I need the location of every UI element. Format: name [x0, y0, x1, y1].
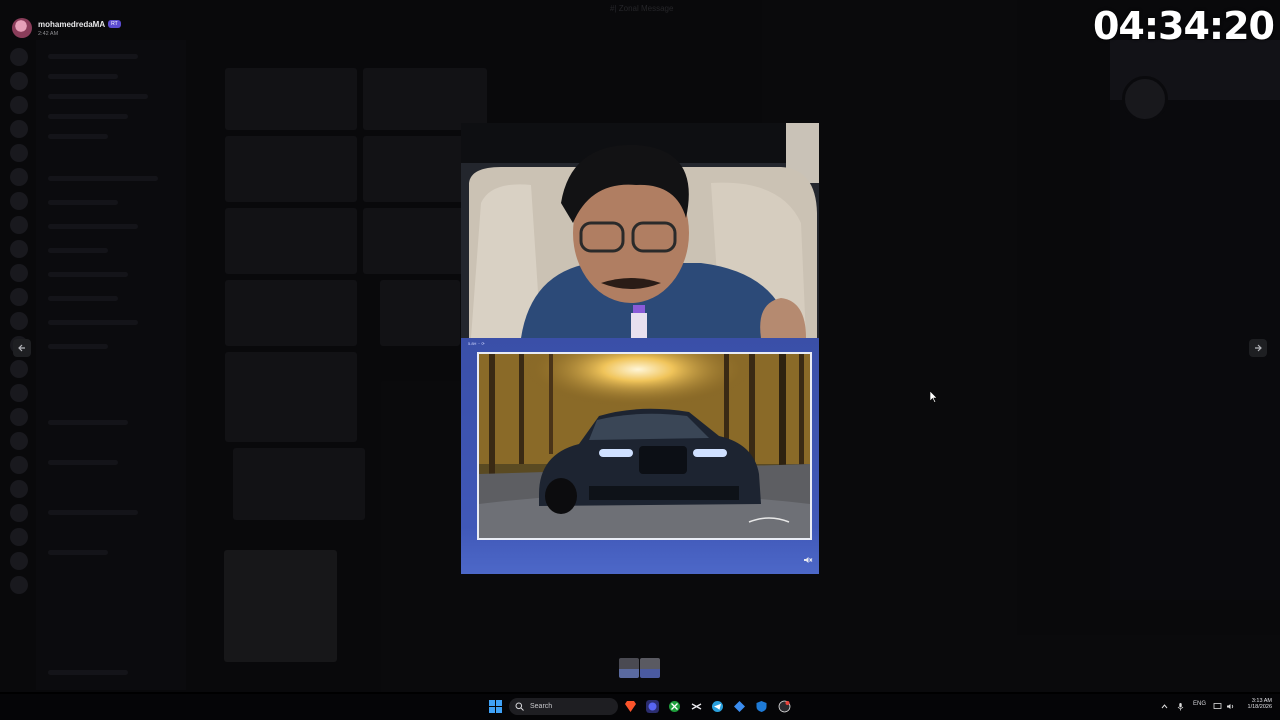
channel-line: [48, 200, 118, 205]
server-icon: [10, 120, 28, 138]
channel-line: [48, 420, 128, 425]
thumbnail-item[interactable]: [619, 658, 639, 678]
channel-line: [48, 94, 148, 99]
artwork-card: 5.8H ·· ⟳: [461, 338, 819, 574]
server-icon: [10, 312, 28, 330]
server-icon: [10, 456, 28, 474]
viewer-user-header: mohamedredaMA RT 2:42 AM: [12, 18, 121, 38]
taskbar-search[interactable]: Search: [509, 698, 618, 715]
tray-date: 1/18/2026: [1247, 704, 1272, 710]
video-tile: [225, 68, 357, 130]
server-icon: [10, 576, 28, 594]
chat-image-attachment: [224, 550, 337, 662]
avatar[interactable]: [12, 18, 32, 38]
channel-line: [48, 114, 128, 119]
video-tile: [225, 280, 357, 346]
channel-line: [48, 296, 118, 301]
server-icon: [10, 480, 28, 498]
thumbnail-item[interactable]: [640, 658, 660, 678]
profile-panel: [1110, 40, 1280, 600]
microphone-icon[interactable]: [1176, 702, 1185, 711]
arrow-right-icon: [1255, 344, 1262, 352]
server-icon: [10, 264, 28, 282]
channel-line: [48, 134, 108, 139]
server-icon: [10, 168, 28, 186]
server-icon: [10, 360, 28, 378]
video-tile: [225, 136, 357, 202]
media-thumbnails: [619, 658, 660, 678]
arrow-left-icon: [18, 344, 25, 352]
video-grid: [225, 68, 490, 528]
video-tile: [233, 448, 365, 520]
server-icon: [10, 384, 28, 402]
channel-line: [48, 74, 118, 79]
channel-line: [48, 344, 108, 349]
brave-icon[interactable]: [624, 700, 637, 713]
previous-button[interactable]: [13, 339, 31, 357]
channel-line: [48, 272, 128, 277]
channel-line: [48, 510, 138, 515]
server-icon: [10, 408, 28, 426]
webcam-image: [461, 123, 819, 338]
webcam-feed: [461, 123, 819, 338]
channel-list: [36, 40, 186, 690]
shield-icon[interactable]: [755, 700, 768, 713]
xbox-icon[interactable]: [668, 700, 681, 713]
channel-line: [48, 320, 138, 325]
server-list: [0, 40, 36, 690]
gem-icon[interactable]: [733, 700, 746, 713]
role-badge: RT: [108, 20, 121, 28]
server-icon: [10, 144, 28, 162]
channel-line: [48, 550, 108, 555]
channel-line: [48, 176, 158, 181]
channel-line: [48, 670, 128, 675]
windows-taskbar: Search ENG 3:13 AM 1/18/2026: [0, 694, 1280, 720]
search-placeholder: Search: [530, 703, 553, 710]
server-icon: [10, 504, 28, 522]
server-icon: [10, 288, 28, 306]
user-name[interactable]: mohamedredaMA: [38, 20, 105, 29]
language-indicator[interactable]: ENG: [1193, 701, 1206, 707]
card-meta: 5.8H ·· ⟳: [468, 341, 485, 346]
mouse-cursor-icon: [930, 391, 938, 403]
stream-timer: 04:34:20: [1092, 4, 1275, 48]
video-tile: [225, 352, 357, 442]
discord-icon[interactable]: [646, 700, 659, 713]
server-icon: [10, 72, 28, 90]
post-time: 2:42 AM: [38, 30, 59, 37]
window-title: #| Zonal Message: [610, 4, 674, 13]
server-icon: [10, 192, 28, 210]
channel-line: [48, 54, 138, 59]
channel-line: [48, 248, 108, 253]
server-icon: [10, 552, 28, 570]
volume-icon[interactable]: [1226, 702, 1235, 711]
telegram-icon[interactable]: [711, 700, 724, 713]
obs-icon[interactable]: [778, 700, 791, 713]
car-image: [479, 354, 810, 538]
media-viewer[interactable]: 5.8H ·· ⟳: [461, 123, 819, 574]
video-tile: [225, 208, 357, 274]
search-icon: [515, 702, 524, 711]
monitor-icon[interactable]: [1213, 702, 1222, 711]
server-icon: [10, 240, 28, 258]
video-tile: [380, 280, 460, 346]
windows-start-icon[interactable]: [489, 700, 502, 713]
chevron-up-icon[interactable]: [1160, 702, 1169, 711]
server-icon: [10, 96, 28, 114]
capcut-icon[interactable]: [690, 700, 703, 713]
video-tile: [363, 68, 487, 130]
server-icon: [10, 432, 28, 450]
channel-line: [48, 224, 138, 229]
speaker-muted-icon[interactable]: [803, 555, 813, 565]
server-icon: [10, 216, 28, 234]
server-icon: [10, 528, 28, 546]
profile-avatar: [1122, 76, 1168, 122]
channel-line: [48, 460, 118, 465]
car-artwork: [477, 352, 812, 540]
next-button[interactable]: [1249, 339, 1267, 357]
server-icon: [10, 48, 28, 66]
taskbar-clock[interactable]: 3:13 AM 1/18/2026: [1240, 698, 1272, 710]
